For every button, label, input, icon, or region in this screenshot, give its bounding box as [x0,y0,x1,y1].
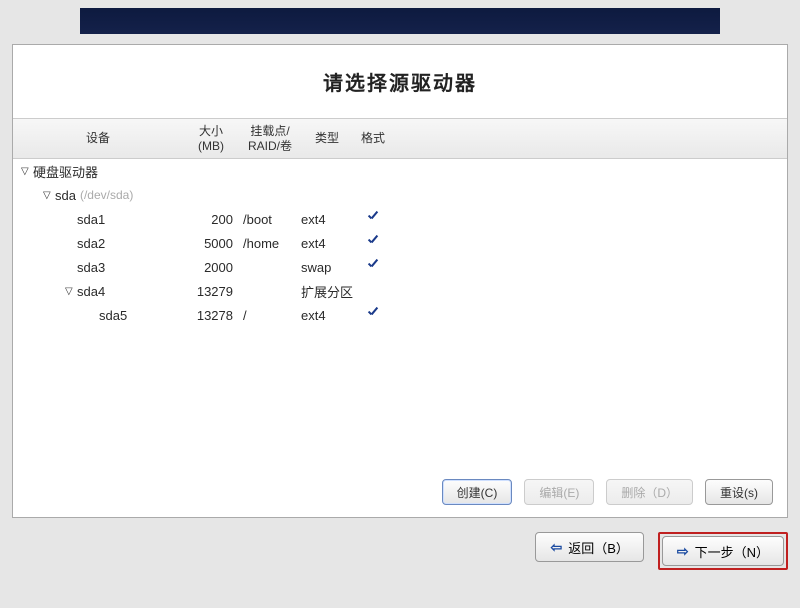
nav-buttons: ⇦ 返回（B） ⇨ 下一步（N） [12,532,788,570]
disk-path: (/dev/sda) [80,188,133,202]
disk-name: sda [55,188,76,203]
col-format[interactable]: 格式 [353,131,393,145]
chevron-down-icon[interactable]: ▽ [65,286,75,297]
next-highlight: ⇨ 下一步（N） [658,532,788,570]
partition-size: 13279 [183,284,239,299]
root-label: 硬盘驱动器 [33,162,98,181]
reset-button[interactable]: 重设(s) [705,479,773,505]
check-icon [366,259,380,273]
next-button[interactable]: ⇨ 下一步（N） [662,536,784,566]
partition-type: ext4 [301,212,353,227]
table-row[interactable]: sda3 2000 swap [13,255,787,279]
partition-size: 13278 [183,308,239,323]
partition-name: sda2 [77,236,105,251]
arrow-left-icon: ⇦ [550,539,562,556]
chevron-down-icon[interactable]: ▽ [21,166,31,177]
tree-disk[interactable]: ▽ sda (/dev/sda) [13,183,787,207]
partition-table: 设备 大小 (MB) 挂载点/ RAID/卷 类型 格式 ▽ 硬盘驱动器 ▽ s… [13,119,787,469]
partition-type: swap [301,260,353,275]
table-row[interactable]: sda5 13278/ext4 [13,303,787,327]
delete-button: 删除（D） [606,479,693,505]
col-size[interactable]: 大小 (MB) [183,124,239,153]
page-title: 请选择源驱动器 [13,45,787,119]
partition-mount: /boot [239,212,301,227]
action-buttons: 创建(C) 编辑(E) 删除（D） 重设(s) [13,469,787,517]
check-icon [366,307,380,321]
partition-format [353,211,393,228]
partition-type: ext4 [301,236,353,251]
chevron-down-icon[interactable]: ▽ [43,190,53,201]
partition-type: ext4 [301,308,353,323]
partition-type: 扩展分区 [301,282,353,301]
partition-mount: /home [239,236,301,251]
back-button[interactable]: ⇦ 返回（B） [535,532,643,562]
partition-name: sda1 [77,212,105,227]
next-label: 下一步（N） [695,542,769,561]
create-button[interactable]: 创建(C) [442,479,513,505]
partition-size: 200 [183,212,239,227]
partition-size: 5000 [183,236,239,251]
table-row[interactable]: sda2 5000/homeext4 [13,231,787,255]
table-row[interactable]: sda1 200/bootext4 [13,207,787,231]
edit-button: 编辑(E) [524,479,594,505]
partition-name: sda5 [99,308,127,323]
partition-size: 2000 [183,260,239,275]
tree-root[interactable]: ▽ 硬盘驱动器 [13,159,787,183]
table-header: 设备 大小 (MB) 挂载点/ RAID/卷 类型 格式 [13,119,787,159]
check-icon [366,211,380,225]
partition-format [353,235,393,252]
col-type[interactable]: 类型 [301,131,353,145]
partition-format [353,307,393,324]
col-mount[interactable]: 挂载点/ RAID/卷 [239,124,301,153]
partition-mount: / [239,308,301,323]
table-row[interactable]: ▽sda4 13279 扩展分区 [13,279,787,303]
partition-format [353,259,393,276]
arrow-right-icon: ⇨ [677,543,689,560]
main-panel: 请选择源驱动器 设备 大小 (MB) 挂载点/ RAID/卷 类型 格式 ▽ 硬… [12,44,788,518]
partition-name: sda3 [77,260,105,275]
top-banner [80,8,720,34]
partition-name: sda4 [77,284,105,299]
col-device[interactable]: 设备 [13,131,183,145]
table-body: ▽ 硬盘驱动器 ▽ sda (/dev/sda) sda1200/bootext… [13,159,787,469]
check-icon [366,235,380,249]
back-label: 返回（B） [568,538,629,557]
